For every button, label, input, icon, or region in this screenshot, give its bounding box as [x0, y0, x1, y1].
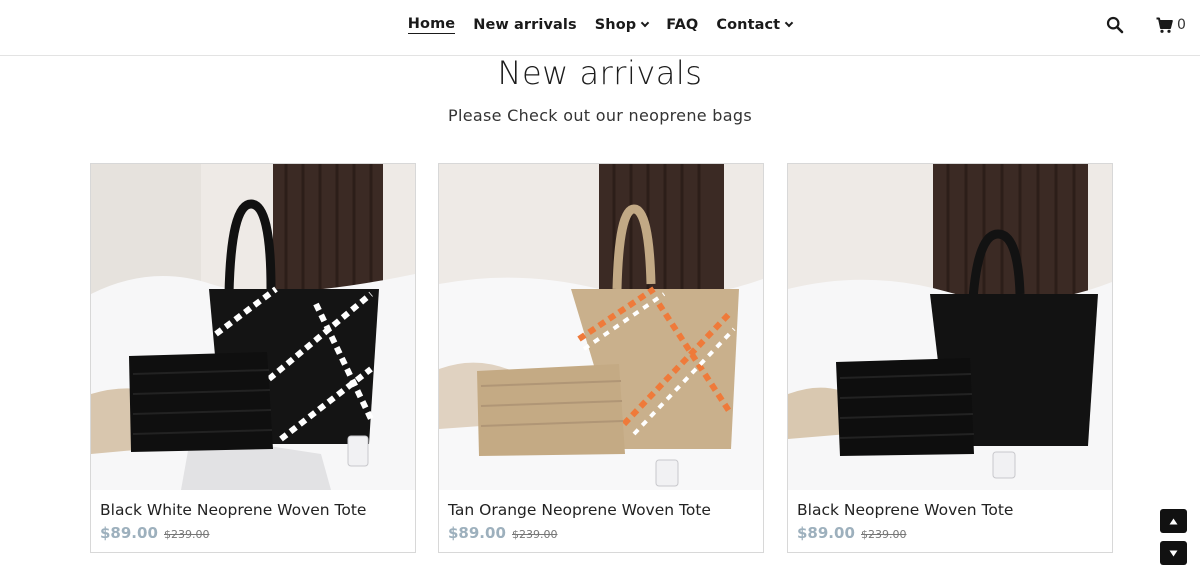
- product-compare-price: $239.00: [164, 528, 210, 541]
- nav-contact-label: Contact: [716, 17, 781, 33]
- cart-count: 0: [1177, 17, 1186, 33]
- product-image[interactable]: [439, 164, 763, 490]
- nav-new-arrivals-label: New arrivals: [473, 17, 577, 33]
- product-compare-price: $239.00: [861, 528, 907, 541]
- nav-shop[interactable]: Shop: [594, 17, 650, 33]
- product-card[interactable]: Black Neoprene Woven Tote $89.00 $239.00: [787, 163, 1113, 553]
- product-price: $89.00: [100, 524, 158, 542]
- scroll-up-button[interactable]: [1160, 509, 1187, 533]
- product-image[interactable]: [91, 164, 415, 490]
- scroll-down-button[interactable]: [1160, 541, 1187, 565]
- product-name[interactable]: Black Neoprene Woven Tote: [797, 501, 1013, 519]
- product-photo: [788, 164, 1112, 490]
- product-compare-price: $239.00: [512, 528, 558, 541]
- nav-home[interactable]: Home: [407, 16, 456, 34]
- site-header: Home New arrivals Shop FAQ Contact 0: [0, 0, 1200, 56]
- product-price: $89.00: [797, 524, 855, 542]
- page-title: New arrivals: [497, 54, 703, 92]
- nav-contact[interactable]: Contact: [716, 17, 794, 33]
- product-image[interactable]: [788, 164, 1112, 490]
- chevron-down-icon: [784, 18, 794, 28]
- nav-home-label: Home: [407, 16, 456, 32]
- arrow-down-icon: [1169, 550, 1178, 556]
- product-name[interactable]: Black White Neoprene Woven Tote: [100, 501, 366, 519]
- nav-shop-label: Shop: [594, 17, 637, 33]
- nav-faq-label: FAQ: [666, 17, 699, 33]
- page-subtitle: Please Check out our neoprene bags: [448, 106, 752, 125]
- nav-new-arrivals[interactable]: New arrivals: [473, 17, 577, 33]
- cart-icon: [1156, 17, 1173, 33]
- product-photo: [91, 164, 415, 490]
- chevron-down-icon: [641, 18, 650, 28]
- search-button[interactable]: [1106, 16, 1124, 34]
- search-icon: [1106, 16, 1124, 34]
- product-photo: [439, 164, 763, 490]
- product-card[interactable]: Tan Orange Neoprene Woven Tote $89.00 $2…: [438, 163, 764, 553]
- arrow-up-icon: [1169, 518, 1178, 524]
- product-name[interactable]: Tan Orange Neoprene Woven Tote: [448, 501, 711, 519]
- main-nav: Home New arrivals Shop FAQ Contact: [0, 0, 1200, 50]
- product-price: $89.00: [448, 524, 506, 542]
- cart-button[interactable]: 0: [1156, 15, 1186, 35]
- product-card[interactable]: Black White Neoprene Woven Tote $89.00 $…: [90, 163, 416, 553]
- nav-faq[interactable]: FAQ: [666, 17, 698, 33]
